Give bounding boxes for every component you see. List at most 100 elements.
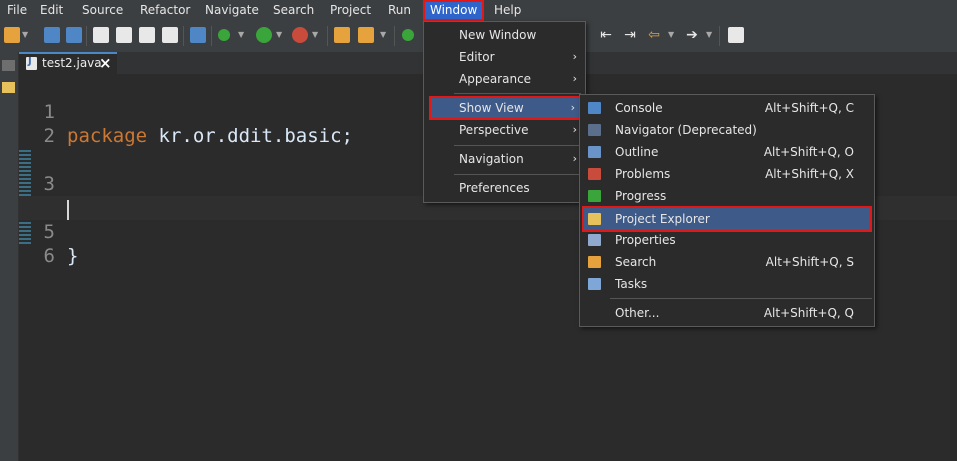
- menu-item-label: Outline: [615, 145, 659, 159]
- open-perspective-icon[interactable]: [728, 27, 744, 43]
- menu-project[interactable]: Project: [323, 0, 378, 21]
- menu-item-label: Navigation: [459, 152, 524, 166]
- menu-item-perspective[interactable]: Perspective ›: [426, 119, 583, 141]
- menu-item-shortcut: Alt+Shift+Q, X: [765, 167, 854, 181]
- new-package-icon[interactable]: [116, 27, 132, 43]
- pencil-dropdown-icon[interactable]: ▼: [380, 27, 386, 43]
- menu-item-new-window[interactable]: New Window: [426, 24, 583, 46]
- menu-bar: File Edit Source Refactor Navigate Searc…: [0, 0, 957, 21]
- package-explorer-icon[interactable]: [2, 82, 15, 93]
- external-tools-icon[interactable]: [292, 27, 308, 43]
- menu-item-label: Preferences: [459, 181, 530, 195]
- back-icon[interactable]: ⇦: [646, 27, 662, 43]
- project-explorer-icon: [588, 213, 601, 225]
- save-all-icon[interactable]: [66, 27, 82, 43]
- toolbar-separator: [211, 26, 212, 46]
- run-dropdown-icon[interactable]: ▼: [276, 27, 282, 43]
- toolbar-separator: [86, 26, 87, 46]
- coverage-icon[interactable]: [402, 29, 414, 41]
- restore-icon[interactable]: [2, 60, 15, 71]
- menu-item-label: Progress: [615, 189, 667, 203]
- submenu-arrow-icon: ›: [572, 72, 577, 85]
- menu-help[interactable]: Help: [487, 0, 528, 21]
- menu-item-appearance[interactable]: Appearance ›: [426, 68, 583, 90]
- menu-item-label: Other...: [615, 306, 660, 320]
- menu-refactor[interactable]: Refactor: [133, 0, 197, 21]
- menu-item-problems[interactable]: Problems Alt+Shift+Q, X: [582, 163, 872, 185]
- menu-source[interactable]: Source: [75, 0, 130, 21]
- menu-edit[interactable]: Edit: [33, 0, 70, 21]
- debug-dropdown-icon[interactable]: ▼: [238, 27, 244, 43]
- menu-item-label: Properties: [615, 233, 676, 247]
- save-icon[interactable]: [44, 27, 60, 43]
- menu-item-outline[interactable]: Outline Alt+Shift+Q, O: [582, 141, 872, 163]
- menu-search[interactable]: Search: [266, 0, 321, 21]
- menu-item-tasks[interactable]: Tasks: [582, 273, 872, 295]
- line-number: 6: [43, 245, 55, 267]
- menu-item-label: Show View: [459, 101, 524, 115]
- change-marker: [19, 220, 31, 244]
- new-class-icon[interactable]: [139, 27, 155, 43]
- next-edit-icon[interactable]: ⇥: [622, 27, 638, 43]
- forward-icon[interactable]: ➔: [684, 27, 700, 43]
- menu-navigate[interactable]: Navigate: [198, 0, 266, 21]
- menu-separator: [454, 174, 581, 175]
- menu-item-search[interactable]: Search Alt+Shift+Q, S: [582, 251, 872, 273]
- menu-item-label: Problems: [615, 167, 671, 181]
- properties-icon: [588, 234, 601, 246]
- forward-dropdown-icon[interactable]: ▼: [706, 27, 712, 43]
- menu-item-label: Navigator (Deprecated): [615, 123, 757, 137]
- debug-icon[interactable]: [218, 29, 230, 41]
- menu-item-preferences[interactable]: Preferences: [426, 177, 583, 199]
- menu-item-navigator[interactable]: Navigator (Deprecated): [582, 119, 872, 141]
- java-file-icon: [26, 56, 37, 70]
- submenu-arrow-icon: ›: [572, 152, 577, 165]
- menu-item-other[interactable]: Other... Alt+Shift+Q, Q: [582, 302, 872, 324]
- left-trim-bar: [0, 52, 19, 461]
- show-view-submenu: Console Alt+Shift+Q, C Navigator (Depreca…: [579, 94, 875, 327]
- window-menu: New Window Editor › Appearance › Show View…: [423, 21, 586, 203]
- menu-item-shortcut: Alt+Shift+Q, O: [763, 145, 854, 159]
- tab-label: test2.java: [42, 56, 102, 70]
- menu-item-label: Search: [615, 255, 657, 269]
- toggle-annotation-icon[interactable]: [190, 27, 206, 43]
- menu-item-navigation[interactable]: Navigation ›: [426, 148, 583, 170]
- menu-item-properties[interactable]: Properties: [582, 229, 872, 251]
- toolbar-separator: [327, 26, 328, 46]
- problems-icon: [588, 168, 601, 180]
- menu-item-progress[interactable]: Progress: [582, 185, 872, 207]
- menu-item-label: New Window: [459, 28, 537, 42]
- menu-item-console[interactable]: Console Alt+Shift+Q, C: [582, 97, 872, 119]
- submenu-arrow-icon: ›: [570, 101, 575, 114]
- navigator-icon: [588, 124, 601, 136]
- submenu-arrow-icon: ›: [572, 50, 577, 63]
- menu-run[interactable]: Run: [381, 0, 418, 21]
- open-folder-icon[interactable]: [334, 27, 350, 43]
- menu-window[interactable]: Window: [423, 0, 485, 21]
- toolbar-separator: [183, 26, 184, 46]
- menu-separator: [610, 298, 872, 299]
- pencil-icon[interactable]: [358, 27, 374, 43]
- menu-item-label: Appearance: [459, 72, 532, 86]
- menu-item-editor[interactable]: Editor ›: [426, 46, 583, 68]
- new-java-project-icon[interactable]: [93, 27, 109, 43]
- menu-item-label: Editor: [459, 50, 495, 64]
- previous-edit-icon[interactable]: ⇤: [598, 27, 614, 43]
- menu-item-label: Perspective: [459, 123, 529, 137]
- close-icon[interactable]: ×: [99, 54, 112, 72]
- external-tools-dropdown-icon[interactable]: ▼: [312, 27, 318, 43]
- open-type-icon[interactable]: [162, 27, 178, 43]
- new-dropdown-icon[interactable]: ▼: [22, 27, 28, 43]
- menu-item-show-view[interactable]: Show View ›: [429, 96, 581, 120]
- console-icon: [588, 102, 601, 114]
- back-dropdown-icon[interactable]: ▼: [668, 27, 674, 43]
- search-icon: [588, 256, 601, 268]
- run-icon[interactable]: [256, 27, 272, 43]
- menu-item-shortcut: Alt+Shift+Q, C: [764, 101, 854, 115]
- toolbar-separator: [719, 26, 720, 46]
- tab-test2-java[interactable]: test2.java ×: [19, 52, 117, 74]
- text-caret: [67, 200, 69, 220]
- menu-separator: [454, 145, 581, 146]
- new-icon[interactable]: [4, 27, 20, 43]
- menu-file[interactable]: File: [0, 0, 34, 21]
